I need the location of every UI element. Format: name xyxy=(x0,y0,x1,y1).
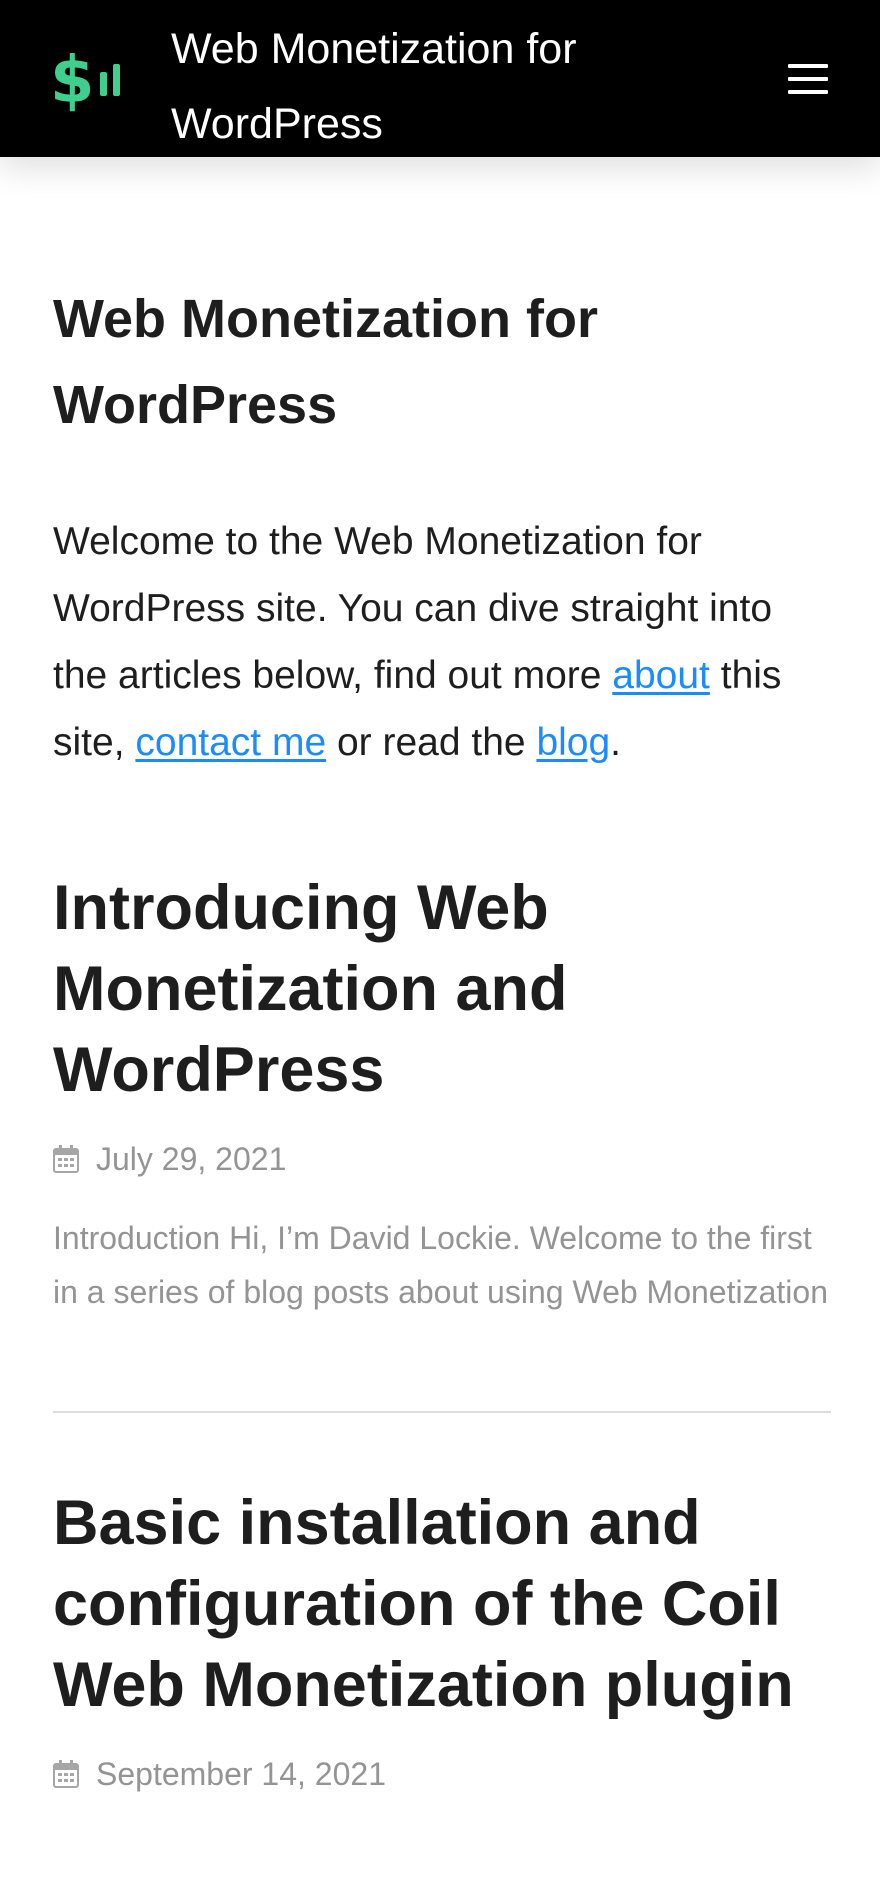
main-content: Web Monetization for WordPress Welcome t… xyxy=(53,276,831,1794)
post-date: September 14, 2021 xyxy=(96,1755,386,1792)
post-meta: July 29, 2021 xyxy=(53,1139,831,1179)
site-header: $ Web Monetization for WordPress xyxy=(0,0,880,157)
post-excerpt: Introduction Hi, I’m David Lockie. Welco… xyxy=(53,1220,828,1310)
contact-me-link[interactable]: contact me xyxy=(135,721,326,764)
blog-link[interactable]: blog xyxy=(536,721,610,764)
post-date: July 29, 2021 xyxy=(96,1140,287,1177)
post-item: Introducing Web Monetization and WordPre… xyxy=(53,868,831,1319)
intro-text-3: or read the xyxy=(326,721,537,764)
dollar-signal-logo-icon[interactable]: $ xyxy=(50,42,130,114)
post-title[interactable]: Introducing Web Monetization and WordPre… xyxy=(53,868,831,1111)
post-title[interactable]: Basic installation and configuration of … xyxy=(53,1483,831,1726)
post-divider xyxy=(53,1411,831,1413)
site-title[interactable]: Web Monetization for WordPress xyxy=(171,12,691,162)
svg-text:$: $ xyxy=(50,44,95,114)
intro-text-4: . xyxy=(610,721,622,764)
intro-paragraph: Welcome to the Web Monetization for Word… xyxy=(53,508,831,776)
page-title: Web Monetization for WordPress xyxy=(53,289,598,435)
calendar-icon xyxy=(53,1145,79,1173)
hamburger-menu-icon[interactable] xyxy=(784,58,832,100)
about-link[interactable]: about xyxy=(612,654,710,697)
post-item: Basic installation and configuration of … xyxy=(53,1483,831,1794)
calendar-icon xyxy=(53,1760,79,1788)
post-meta: September 14, 2021 xyxy=(53,1754,831,1794)
